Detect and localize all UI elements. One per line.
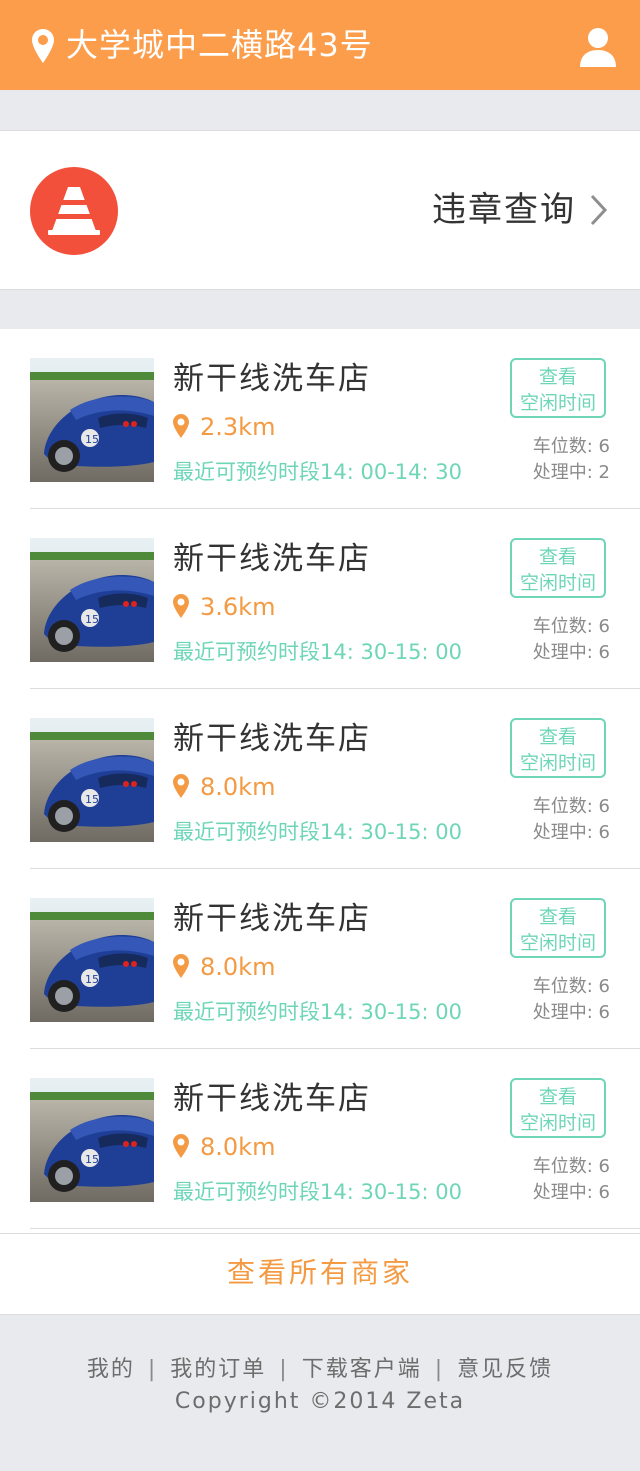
svg-text:15: 15	[85, 613, 99, 626]
footer-link-mine[interactable]: 我的	[87, 1357, 135, 1382]
footer-separator: |	[434, 1357, 445, 1382]
location-pin-icon	[173, 414, 189, 438]
store-name: 新干线洗车店	[173, 541, 371, 577]
user-profile-icon[interactable]	[580, 27, 616, 67]
svg-text:15: 15	[85, 793, 99, 806]
chevron-right-icon	[590, 194, 608, 226]
location-pin-icon	[173, 594, 189, 618]
store-available-slot: 最近可预约时段14: 30-15: 00	[173, 1000, 462, 1024]
svg-text:15: 15	[85, 433, 99, 446]
store-list-item[interactable]: 15 新干线洗车店 8.0km 最近可预约时段14: 30-15: 00 查看空…	[0, 1049, 640, 1229]
store-photo: 15	[30, 1078, 154, 1202]
store-bay-count: 车位数: 6	[532, 1156, 610, 1177]
store-distance: 8.0km	[200, 773, 276, 801]
store-name: 新干线洗车店	[173, 721, 371, 757]
store-bay-count: 车位数: 6	[532, 616, 610, 637]
store-distance: 8.0km	[200, 953, 276, 981]
store-list-item[interactable]: 15 新干线洗车店 2.3km 最近可预约时段14: 00-14: 30 查看空…	[0, 329, 640, 509]
view-free-time-button[interactable]: 查看 空闲时间	[510, 538, 606, 598]
store-processing-count: 处理中: 6	[532, 642, 610, 663]
store-distance: 2.3km	[200, 413, 276, 441]
store-photo: 15	[30, 358, 154, 482]
store-list: 15 新干线洗车店 2.3km 最近可预约时段14: 00-14: 30 查看空…	[0, 329, 640, 1233]
store-photo: 15	[30, 898, 154, 1022]
store-bay-count: 车位数: 6	[532, 436, 610, 457]
top-bar: 大学城中二横路43号	[0, 0, 640, 90]
view-all-stores-button[interactable]: 查看所有商家	[0, 1233, 640, 1315]
store-distance: 8.0km	[200, 1133, 276, 1161]
footer-link-feedback[interactable]: 意见反馈	[457, 1357, 553, 1382]
store-list-item[interactable]: 15 新干线洗车店 8.0km 最近可预约时段14: 30-15: 00 查看空…	[0, 689, 640, 869]
traffic-cone-icon	[30, 167, 118, 255]
view-free-time-button[interactable]: 查看 空闲时间	[510, 718, 606, 778]
store-processing-count: 处理中: 6	[532, 1182, 610, 1203]
violation-query-label: 违章查询	[432, 190, 576, 230]
store-available-slot: 最近可预约时段14: 30-15: 00	[173, 640, 462, 664]
store-list-item[interactable]: 15 新干线洗车店 8.0km 最近可预约时段14: 30-15: 00 查看空…	[0, 869, 640, 1049]
store-photo: 15	[30, 538, 154, 662]
store-bay-count: 车位数: 6	[532, 976, 610, 997]
store-processing-count: 处理中: 6	[532, 1002, 610, 1023]
view-free-time-button[interactable]: 查看 空闲时间	[510, 358, 606, 418]
location-pin-icon	[32, 29, 54, 63]
svg-text:15: 15	[85, 973, 99, 986]
store-list-item[interactable]: 15 新干线洗车店 3.6km 最近可预约时段14: 30-15: 00 查看空…	[0, 509, 640, 689]
view-free-time-button[interactable]: 查看 空闲时间	[510, 898, 606, 958]
location-pin-icon	[173, 954, 189, 978]
store-photo: 15	[30, 718, 154, 842]
footer-link-download-client[interactable]: 下载客户端	[302, 1357, 422, 1382]
view-free-time-button[interactable]: 查看 空闲时间	[510, 1078, 606, 1138]
store-available-slot: 最近可预约时段14: 30-15: 00	[173, 820, 462, 844]
footer-links: 我的 | 我的订单 | 下载客户端 | 意见反馈	[0, 1355, 640, 1385]
store-processing-count: 处理中: 6	[532, 822, 610, 843]
svg-text:15: 15	[85, 1153, 99, 1166]
store-bay-count: 车位数: 6	[532, 796, 610, 817]
footer-separator: |	[279, 1357, 289, 1382]
current-address[interactable]: 大学城中二横路43号	[66, 24, 373, 66]
location-pin-icon	[173, 774, 189, 798]
store-name: 新干线洗车店	[173, 901, 371, 937]
divider	[30, 1228, 640, 1229]
violation-query-row[interactable]: 违章查询	[0, 130, 640, 290]
footer-link-my-orders[interactable]: 我的订单	[170, 1357, 266, 1382]
store-processing-count: 处理中: 2	[532, 462, 610, 483]
location-pin-icon	[173, 1134, 189, 1158]
store-distance: 3.6km	[200, 593, 276, 621]
footer: 我的 | 我的订单 | 下载客户端 | 意见反馈 Copyright ©2014…	[0, 1355, 640, 1417]
footer-separator: |	[147, 1357, 158, 1382]
store-name: 新干线洗车店	[173, 361, 371, 397]
store-available-slot: 最近可预约时段14: 00-14: 30	[173, 460, 462, 484]
copyright: Copyright ©2014 Zeta	[174, 1389, 466, 1414]
store-available-slot: 最近可预约时段14: 30-15: 00	[173, 1180, 462, 1204]
store-name: 新干线洗车店	[173, 1081, 371, 1117]
view-all-stores-label: 查看所有商家	[226, 1256, 413, 1289]
